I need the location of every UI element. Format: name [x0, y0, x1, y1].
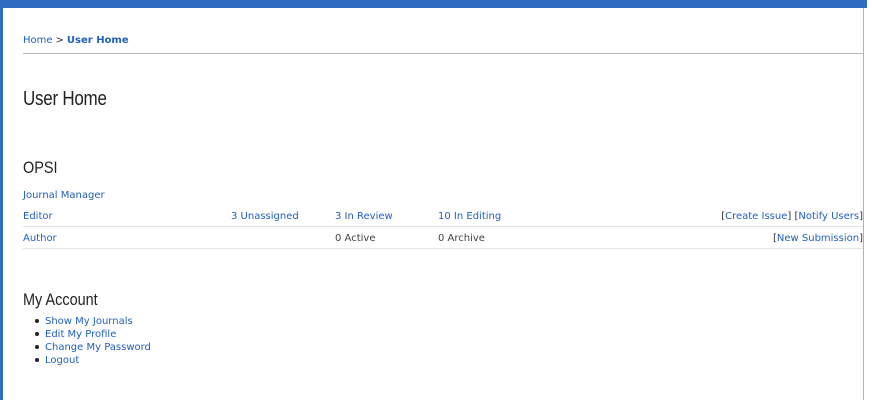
- journal-title: OPSI: [23, 158, 58, 177]
- editor-actions: [Create Issue] [Notify Users]: [721, 211, 863, 222]
- page-title: User Home: [23, 88, 107, 110]
- list-item: Change My Password: [35, 341, 151, 354]
- role-link-journal-manager[interactable]: Journal Manager: [23, 190, 105, 201]
- my-account-title: My Account: [23, 290, 98, 309]
- bullet-icon: [35, 319, 39, 323]
- breadcrumb-current[interactable]: User Home: [67, 35, 129, 46]
- bullet-icon: [35, 332, 39, 336]
- editor-in-editing-link[interactable]: 10 In Editing: [438, 211, 501, 222]
- notify-users-link[interactable]: Notify Users: [798, 211, 859, 222]
- create-issue-link[interactable]: Create Issue: [725, 211, 787, 222]
- change-my-password-link[interactable]: Change My Password: [45, 342, 151, 353]
- author-active-count: 0 Active: [335, 233, 376, 244]
- role-row-author: Author 0 Active 0 Archive [New Submissio…: [23, 231, 863, 249]
- header-bar: [3, 0, 867, 8]
- author-archive-count: 0 Archive: [438, 233, 485, 244]
- logout-link[interactable]: Logout: [45, 355, 79, 366]
- list-item: Edit My Profile: [35, 328, 151, 341]
- account-links-list: Show My Journals Edit My Profile Change …: [35, 315, 151, 367]
- list-item: Logout: [35, 354, 151, 367]
- role-row-editor: Editor 3 Unassigned 3 In Review 10 In Ed…: [23, 209, 863, 227]
- editor-in-review-link[interactable]: 3 In Review: [335, 211, 393, 222]
- show-my-journals-link[interactable]: Show My Journals: [45, 316, 133, 327]
- bullet-icon: [35, 358, 39, 362]
- breadcrumb-separator: >: [55, 35, 64, 46]
- bullet-icon: [35, 345, 39, 349]
- new-submission-link[interactable]: New Submission: [777, 233, 859, 244]
- breadcrumb-divider: [23, 53, 864, 54]
- edit-my-profile-link[interactable]: Edit My Profile: [45, 329, 116, 340]
- role-row-journal-manager: Journal Manager: [23, 188, 863, 205]
- breadcrumb: Home > User Home: [23, 35, 129, 46]
- role-link-author[interactable]: Author: [23, 233, 57, 244]
- list-item: Show My Journals: [35, 315, 151, 328]
- page-frame: Home > User Home User Home OPSI Journal Ma…: [0, 0, 867, 400]
- role-link-editor[interactable]: Editor: [23, 211, 53, 222]
- editor-unassigned-link[interactable]: 3 Unassigned: [231, 211, 299, 222]
- breadcrumb-home-link[interactable]: Home: [23, 35, 53, 46]
- author-actions: [New Submission]: [772, 233, 863, 244]
